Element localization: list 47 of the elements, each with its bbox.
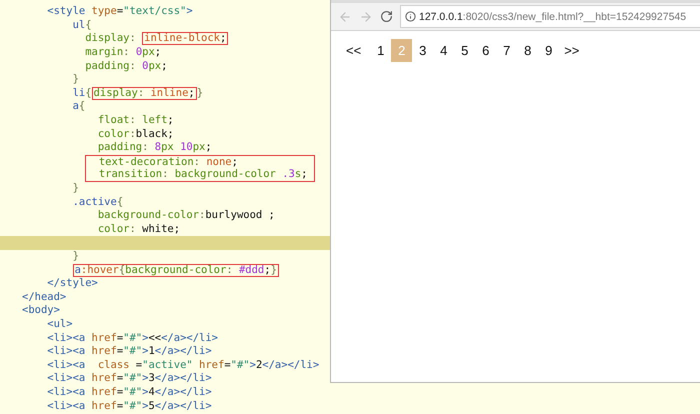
page-link[interactable]: 8 bbox=[517, 39, 538, 62]
code-text: <li><a href="#">5</a></li> bbox=[46, 400, 212, 413]
code-text: } bbox=[196, 86, 204, 100]
code-text: li{ bbox=[72, 86, 92, 100]
code-text: <li><a href="#">1</a></li> bbox=[46, 345, 212, 358]
page-link[interactable]: 4 bbox=[433, 39, 454, 62]
code-text: float: left; bbox=[96, 114, 174, 128]
code-text: padding: 8px 10px; bbox=[96, 141, 212, 154]
page-link[interactable]: 3 bbox=[412, 39, 434, 62]
page-link[interactable]: >> bbox=[559, 39, 584, 62]
code-text: } bbox=[72, 182, 79, 196]
highlight-box: text-decoration: none; transition: background-color .3s; bbox=[85, 154, 315, 182]
code-text: ul{ bbox=[72, 18, 92, 32]
code-text: display: bbox=[84, 32, 137, 46]
page-link[interactable]: 1 bbox=[370, 39, 392, 62]
forward-button[interactable] bbox=[359, 10, 373, 24]
code-text: .active{ bbox=[72, 196, 124, 209]
code-text: a{ bbox=[72, 100, 86, 114]
code-text: <ul> bbox=[46, 318, 73, 331]
code-text: padding: 0px; bbox=[84, 60, 168, 73]
page-link[interactable]: 9 bbox=[538, 39, 560, 62]
code-text: <li><a href="#"><<</a></li> bbox=[46, 332, 218, 345]
highlight-box: display: inline; bbox=[92, 86, 197, 100]
code-text: <li><a class ="active" href="#">2</a></li> bbox=[46, 358, 320, 372]
code-text: } bbox=[72, 73, 79, 86]
page-link[interactable]: 7 bbox=[496, 39, 518, 62]
code-text: } bbox=[72, 250, 79, 263]
code-text: <li><a href="#">3</a></li> bbox=[46, 372, 212, 386]
code-text: <body> bbox=[22, 304, 60, 318]
back-button[interactable] bbox=[338, 10, 352, 24]
highlight-box: a:hover{background-color: #ddd;} bbox=[72, 264, 279, 277]
info-icon bbox=[405, 11, 416, 22]
reload-button[interactable] bbox=[380, 10, 393, 23]
highlight-box: inline-block; bbox=[142, 32, 228, 46]
code-text: </head> bbox=[22, 290, 66, 304]
code-text: <li><a href="#">4</a></li> bbox=[46, 386, 212, 399]
code-text: background-color:burlywood ; bbox=[96, 209, 275, 222]
code-text: margin: 0px; bbox=[84, 46, 162, 60]
code-text: color: white; bbox=[96, 222, 180, 236]
code-text: color:black; bbox=[96, 128, 174, 141]
page-link[interactable]: 5 bbox=[454, 39, 476, 62]
code-text: </style> bbox=[46, 277, 98, 290]
url-text: 127.0.0.1:8020/css3/new_file.html?__hbt=152429927545 bbox=[419, 10, 686, 22]
address-bar[interactable]: 127.0.0.1:8020/css3/new_file.html?__hbt=152429927545 bbox=[400, 5, 700, 28]
page-link[interactable]: << bbox=[341, 39, 366, 62]
page-link[interactable]: 6 bbox=[475, 39, 496, 62]
code-text: <style type="text/css"> bbox=[46, 5, 193, 18]
